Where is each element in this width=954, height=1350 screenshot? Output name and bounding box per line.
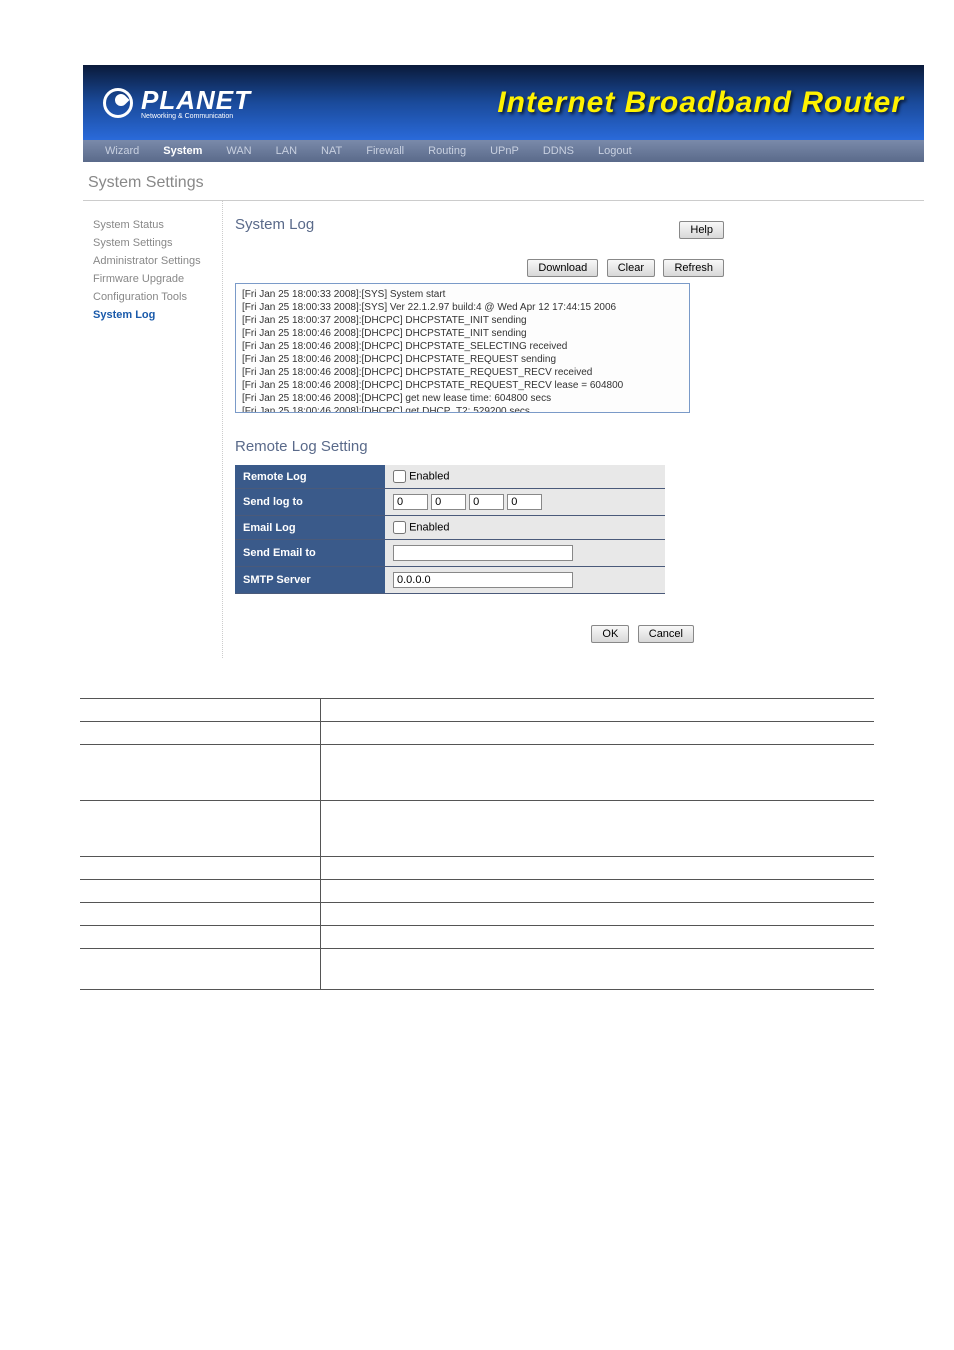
nav-wizard[interactable]: Wizard (93, 145, 151, 157)
row-label-smtp: SMTP Server (235, 567, 385, 594)
download-button[interactable]: Download (527, 259, 598, 277)
empty-table (80, 698, 874, 990)
planet-icon (103, 88, 133, 118)
help-button[interactable]: Help (679, 221, 724, 239)
row-label-send-email: Send Email to (235, 540, 385, 567)
main-navbar: Wizard System WAN LAN NAT Firewall Routi… (83, 140, 924, 162)
logo-text: PLANET (141, 85, 251, 115)
send-email-input[interactable] (393, 545, 573, 561)
sidebar-item-syslog[interactable]: System Log (93, 306, 212, 324)
sidebar-item-admin[interactable]: Administrator Settings (93, 252, 212, 270)
ip-octet-4[interactable] (507, 494, 542, 510)
refresh-button[interactable]: Refresh (663, 259, 724, 277)
nav-firewall[interactable]: Firewall (354, 145, 416, 157)
brand-logo: PLANET Networking & Communication (103, 85, 251, 120)
cancel-button[interactable]: Cancel (638, 625, 694, 643)
log-line: [Fri Jan 25 18:00:33 2008]:[SYS] Ver 22.… (242, 301, 683, 314)
log-line: [Fri Jan 25 18:00:46 2008]:[DHCPC] DHCPS… (242, 340, 683, 353)
log-line: [Fri Jan 25 18:00:37 2008]:[DHCPC] DHCPS… (242, 314, 683, 327)
enabled-label: Enabled (409, 521, 449, 533)
nav-ddns[interactable]: DDNS (531, 145, 586, 157)
log-line: [Fri Jan 25 18:00:46 2008]:[DHCPC] get D… (242, 405, 683, 413)
log-button-row: Download Clear Refresh (235, 258, 924, 277)
ip-octet-1[interactable] (393, 494, 428, 510)
action-row: OK Cancel (235, 624, 924, 643)
log-line: [Fri Jan 25 18:00:46 2008]:[DHCPC] DHCPS… (242, 327, 683, 340)
row-label-email-log: Email Log (235, 516, 385, 540)
log-line: [Fri Jan 25 18:00:33 2008]:[SYS] System … (242, 288, 683, 301)
clear-button[interactable]: Clear (607, 259, 655, 277)
section-title-remote: Remote Log Setting (235, 438, 924, 455)
log-line: [Fri Jan 25 18:00:46 2008]:[DHCPC] DHCPS… (242, 379, 683, 392)
ok-button[interactable]: OK (591, 625, 629, 643)
section-title-syslog: System Log (235, 216, 314, 233)
smtp-server-input[interactable] (393, 572, 573, 588)
remote-log-table: Remote Log Enabled Send log to Email Log (235, 465, 665, 594)
banner-title: Internet Broadband Router (497, 86, 904, 120)
main-panel: System Log Help Download Clear Refresh [… (223, 201, 924, 658)
row-label-send-log: Send log to (235, 489, 385, 516)
nav-system[interactable]: System (151, 145, 214, 157)
enabled-label: Enabled (409, 470, 449, 482)
page-title: System Settings (88, 174, 954, 192)
nav-lan[interactable]: LAN (264, 145, 309, 157)
row-label-remote-log: Remote Log (235, 465, 385, 489)
header-banner: PLANET Networking & Communication Intern… (83, 65, 924, 140)
system-log-box[interactable]: [Fri Jan 25 18:00:33 2008]:[SYS] System … (235, 283, 690, 413)
ip-octet-2[interactable] (431, 494, 466, 510)
remote-log-checkbox[interactable] (393, 470, 406, 483)
sidebar-item-config[interactable]: Configuration Tools (93, 288, 212, 306)
log-line: [Fri Jan 25 18:00:46 2008]:[DHCPC] DHCPS… (242, 353, 683, 366)
nav-nat[interactable]: NAT (309, 145, 354, 157)
log-line: [Fri Jan 25 18:00:46 2008]:[DHCPC] DHCPS… (242, 366, 683, 379)
nav-logout[interactable]: Logout (586, 145, 644, 157)
sidebar-item-firmware[interactable]: Firmware Upgrade (93, 270, 212, 288)
sidebar-item-status[interactable]: System Status (93, 216, 212, 234)
sidebar-item-settings[interactable]: System Settings (93, 234, 212, 252)
nav-routing[interactable]: Routing (416, 145, 478, 157)
sidebar: System Status System Settings Administra… (83, 201, 223, 658)
nav-upnp[interactable]: UPnP (478, 145, 531, 157)
content-area: System Status System Settings Administra… (83, 201, 924, 658)
email-log-checkbox[interactable] (393, 521, 406, 534)
ip-octet-3[interactable] (469, 494, 504, 510)
log-line: [Fri Jan 25 18:00:46 2008]:[DHCPC] get n… (242, 392, 683, 405)
nav-wan[interactable]: WAN (214, 145, 263, 157)
